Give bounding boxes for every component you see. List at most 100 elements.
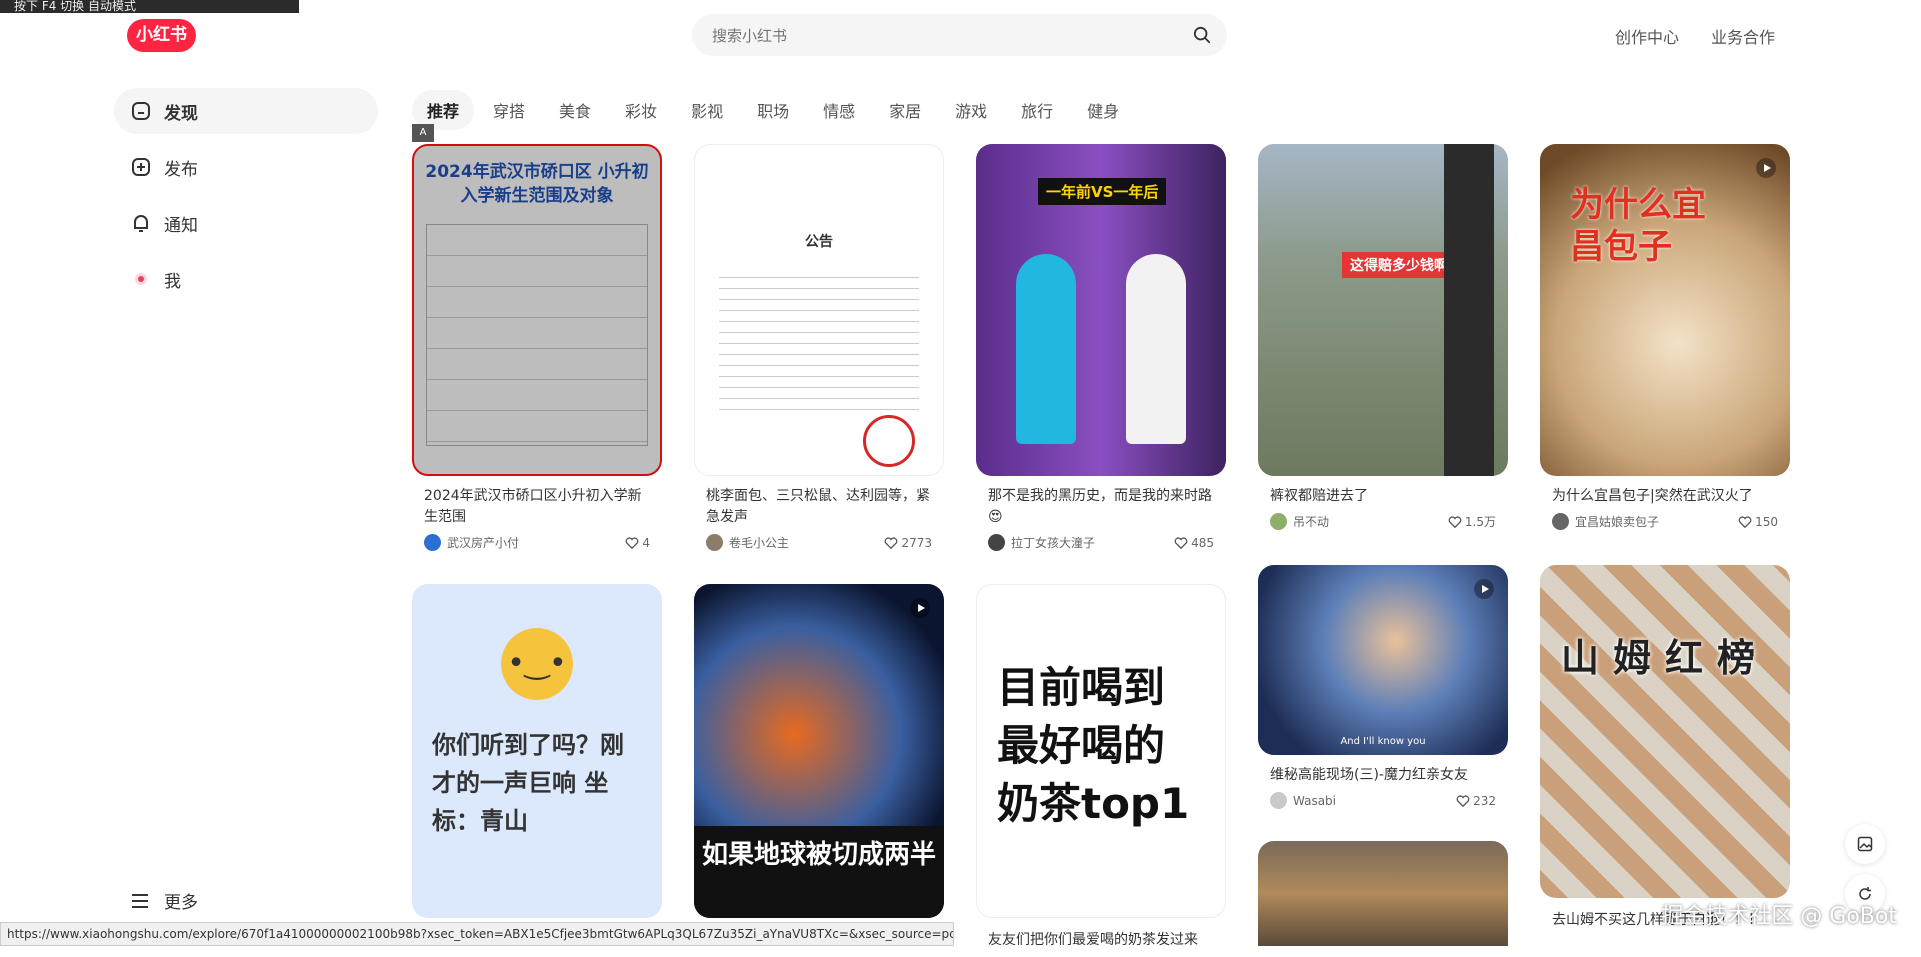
menu-icon — [132, 893, 148, 908]
search-icon[interactable] — [1193, 26, 1211, 44]
note-title[interactable]: 裤衩都赔进去了 — [1270, 486, 1496, 507]
note-card[interactable]: 一年前VS一年后 那不是我的黑历史，而是我的来时路😍 拉丁女孩大潼子 485 — [976, 144, 1226, 551]
note-author[interactable]: 吊不动 — [1270, 513, 1329, 530]
note-card[interactable]: 为什么宜昌包子 为什么宜昌包子|突然在武汉火了 宜昌姑娘卖包子 150 — [1540, 144, 1790, 530]
search-bar[interactable] — [692, 14, 1227, 58]
note-cover[interactable]: 如果地球被切成两半 — [694, 584, 944, 918]
note-cover[interactable]: 这得赔多少钱啊 — [1258, 144, 1508, 476]
play-icon — [1756, 158, 1776, 178]
image-icon — [1857, 836, 1873, 852]
note-card[interactable]: 这得赔多少钱啊 裤衩都赔进去了 吊不动 1.5万 — [1258, 144, 1508, 530]
note-author[interactable]: Wasabi — [1270, 792, 1336, 809]
sidebar-item-publish[interactable]: 发布 — [114, 144, 378, 190]
tab-career[interactable]: 职场 — [742, 90, 804, 130]
heart-icon — [885, 536, 898, 549]
like-button[interactable]: 485 — [1174, 536, 1214, 550]
author-name: 武汉房产小付 — [447, 536, 520, 550]
author-name: 吊不动 — [1293, 515, 1330, 529]
note-card[interactable]: 如果地球被切成两半 — [694, 584, 944, 918]
like-count: 485 — [1191, 535, 1214, 550]
tab-home[interactable]: 家居 — [874, 90, 936, 130]
sidebar-item-label: 发现 — [164, 103, 198, 124]
note-title[interactable]: 那不是我的黑历史，而是我的来时路😍 — [988, 486, 1214, 528]
note-meta: 吊不动 1.5万 — [1270, 513, 1496, 530]
note-cover[interactable] — [1258, 841, 1508, 946]
note-author[interactable]: 宜昌姑娘卖包子 — [1552, 513, 1659, 530]
note-author[interactable]: 拉丁女孩大潼子 — [988, 534, 1095, 551]
cover-table — [426, 224, 648, 446]
cover-text: 一年前VS一年后 — [1038, 178, 1167, 205]
tab-food[interactable]: 美食 — [544, 90, 606, 130]
play-icon — [1474, 579, 1494, 599]
sidebar-nav: 发现 发布 通知 我 — [114, 88, 378, 312]
plus-icon — [130, 156, 152, 178]
tab-emotion[interactable]: 情感 — [808, 90, 870, 130]
note-title[interactable]: 2024年武汉市硚口区小升初入学新生范围 — [424, 486, 650, 528]
note-title[interactable]: 友友们把你们最爱喝的奶茶发过来 — [988, 930, 1214, 951]
note-card[interactable]: 目前喝到最好喝的奶茶top1 友友们把你们最爱喝的奶茶发过来 — [976, 584, 1226, 957]
tab-outfit[interactable]: 穿搭 — [478, 90, 540, 130]
xiaohongshu-logo[interactable]: 小红书 — [127, 19, 196, 52]
cover-text: 为什么宜昌包子 — [1570, 185, 1706, 267]
note-card[interactable]: And I'll know you 维秘高能现场(三)-魔力红亲女友 Wasab… — [1258, 565, 1508, 809]
business-link[interactable]: 业务合作 — [1711, 24, 1775, 48]
channel-tabs: 推荐 穿搭 美食 彩妆 影视 职场 情感 家居 游戏 旅行 健身 — [412, 90, 1138, 130]
note-cover[interactable]: •‿• 你们听到了吗？刚才的一声巨响 坐标：青山 — [412, 584, 662, 918]
bell-icon — [130, 212, 152, 234]
tab-movies[interactable]: 影视 — [676, 90, 738, 130]
tab-makeup[interactable]: 彩妆 — [610, 90, 672, 130]
avatar — [424, 534, 441, 551]
sidebar-item-discover[interactable]: 发现 — [114, 88, 378, 134]
note-card[interactable]: •‿• 你们听到了吗？刚才的一声巨响 坐标：青山 — [412, 584, 662, 918]
avatar — [1270, 792, 1287, 809]
note-cover[interactable]: 山姆红榜 — [1540, 565, 1790, 898]
search-input[interactable] — [710, 14, 1194, 58]
note-card[interactable]: 2024年武汉市硚口区 小升初入学新生范围及对象 2024年武汉市硚口区小升初入… — [412, 144, 662, 551]
note-title[interactable]: 为什么宜昌包子|突然在武汉火了 — [1552, 486, 1778, 507]
author-name: Wasabi — [1293, 793, 1337, 808]
like-button[interactable]: 4 — [625, 536, 650, 550]
note-meta: 卷毛小公主 2773 — [706, 534, 932, 551]
note-cover[interactable]: 一年前VS一年后 — [976, 144, 1226, 476]
note-author[interactable]: 卷毛小公主 — [706, 534, 789, 551]
image-tool-button[interactable] — [1845, 824, 1885, 864]
like-button[interactable]: 150 — [1738, 515, 1778, 529]
tab-fitness[interactable]: 健身 — [1072, 90, 1134, 130]
note-title[interactable]: 维秘高能现场(三)-魔力红亲女友 — [1270, 765, 1496, 786]
sidebar-item-me[interactable]: 我 — [114, 256, 378, 302]
status-bar-url: https://www.xiaohongshu.com/explore/670f… — [0, 922, 954, 946]
note-card[interactable]: 公告 桃李面包、三只松鼠、达利园等，紧急发声 卷毛小公主 2773 — [694, 144, 944, 551]
cover-text: And I'll know you — [1340, 736, 1426, 747]
tab-games[interactable]: 游戏 — [940, 90, 1002, 130]
note-card[interactable]: 山姆红榜 去山姆不买这几样等于白逛！！！ — [1540, 565, 1790, 937]
note-cover[interactable]: 目前喝到最好喝的奶茶top1 — [976, 584, 1226, 918]
note-cover[interactable]: And I'll know you — [1258, 565, 1508, 755]
heart-icon — [1738, 515, 1752, 528]
note-cover[interactable]: 2024年武汉市硚口区 小升初入学新生范围及对象 — [412, 144, 662, 476]
avatar — [988, 534, 1005, 551]
cover-text: 公告 — [805, 234, 833, 250]
note-cover[interactable]: 公告 — [694, 144, 944, 476]
note-card[interactable] — [1258, 841, 1508, 946]
dancer-right — [1126, 254, 1186, 444]
sidebar-item-notifications[interactable]: 通知 — [114, 200, 378, 246]
tab-travel[interactable]: 旅行 — [1006, 90, 1068, 130]
heart-icon — [1174, 536, 1188, 549]
note-cover[interactable]: 为什么宜昌包子 — [1540, 144, 1790, 476]
red-stamp — [863, 415, 915, 467]
creator-center-link[interactable]: 创作中心 — [1615, 24, 1679, 48]
like-button[interactable]: 1.5万 — [1448, 513, 1496, 530]
heart-icon — [1448, 515, 1462, 528]
watermark: 掘金技术社区 @ GoBot — [1661, 904, 1897, 929]
like-count: 232 — [1473, 793, 1496, 808]
like-button[interactable]: 2773 — [884, 536, 932, 550]
like-button[interactable]: 232 — [1456, 794, 1496, 808]
note-title[interactable]: 桃李面包、三只松鼠、达利园等，紧急发声 — [706, 486, 932, 528]
note-author[interactable]: 武汉房产小付 — [424, 534, 519, 551]
note-meta: 宜昌姑娘卖包子 150 — [1552, 513, 1778, 530]
like-count: 4 — [642, 535, 650, 550]
avatar — [1552, 513, 1569, 530]
more-menu[interactable]: 更多 — [130, 888, 198, 913]
play-icon — [910, 598, 930, 618]
author-name: 宜昌姑娘卖包子 — [1575, 515, 1660, 529]
